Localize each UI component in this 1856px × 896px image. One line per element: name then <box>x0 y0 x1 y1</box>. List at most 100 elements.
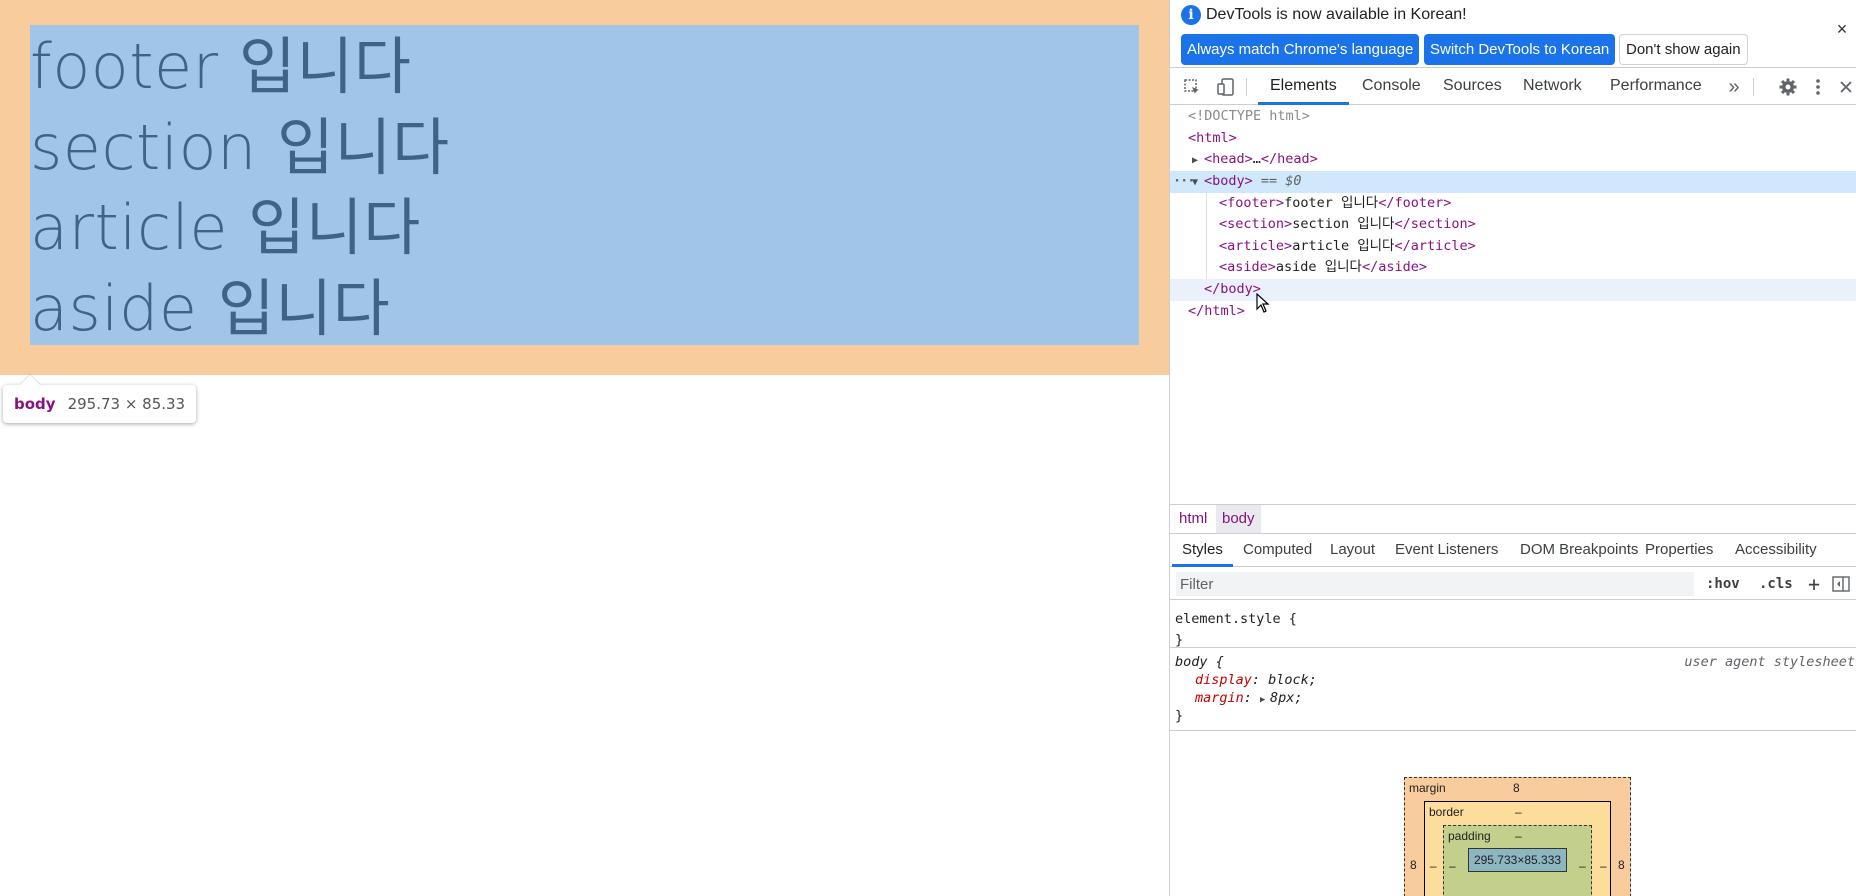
sidebar-tabs: Styles Computed Layout Event Listeners D… <box>1170 535 1856 567</box>
tab-computed[interactable]: Computed <box>1233 535 1322 567</box>
border-label: border <box>1429 805 1464 819</box>
section-open-tag: <section> <box>1219 216 1293 232</box>
dom-doctype[interactable]: <!DOCTYPE html> <box>1170 106 1856 128</box>
section-text: section 입니다 <box>30 111 450 184</box>
expand-triangle-icon[interactable]: ▶ <box>1192 150 1204 172</box>
article-node-text: article 입니다 <box>1292 238 1395 254</box>
tab-accessibility[interactable]: Accessibility <box>1725 535 1827 567</box>
aside-close-tag: </aside> <box>1361 259 1427 275</box>
element-tooltip: body 295.73 × 85.33 <box>3 375 197 423</box>
tab-elements[interactable]: Elements <box>1258 69 1349 105</box>
article-open-tag: <article> <box>1219 238 1293 254</box>
filter-input[interactable] <box>1176 572 1694 596</box>
margin-label: margin <box>1409 781 1446 795</box>
tab-performance[interactable]: Performance <box>1598 69 1714 105</box>
close-devtools-icon[interactable] <box>1830 69 1856 105</box>
border-top-value[interactable]: – <box>1515 805 1522 819</box>
dom-node-footer[interactable]: <footer>footer 입니다</footer> <box>1170 193 1856 215</box>
info-icon: i <box>1181 5 1201 25</box>
tab-sources[interactable]: Sources <box>1431 69 1514 105</box>
border-left-value[interactable]: – <box>1430 859 1437 873</box>
padding-top-value[interactable]: – <box>1515 829 1522 843</box>
styles-filter-bar: :hov .cls + <box>1170 568 1856 600</box>
tab-network[interactable]: Network <box>1511 69 1594 105</box>
rule-close-brace: } <box>1175 708 1184 724</box>
language-infobar: i DevTools is now available in Korean! ×… <box>1170 0 1856 68</box>
tab-event-listeners[interactable]: Event Listeners <box>1385 535 1508 567</box>
dom-node-body[interactable]: ··· ▼ <body> == $0 <box>1170 171 1856 193</box>
tab-properties[interactable]: Properties <box>1635 535 1723 567</box>
padding-label: padding <box>1448 829 1491 843</box>
body-style-rule[interactable]: body { user agent stylesheet display: bl… <box>1170 648 1856 731</box>
indent-guide <box>1206 193 1207 279</box>
padding-right-value[interactable]: – <box>1579 859 1586 873</box>
box-model-padding[interactable]: padding – – – – 295.733×85.333 <box>1443 825 1592 896</box>
body-open-tag: <body> <box>1204 173 1253 189</box>
box-model-content-size[interactable]: 295.733×85.333 <box>1468 848 1567 872</box>
toolbar-separator <box>1753 78 1754 96</box>
aside-open-tag: <aside> <box>1219 259 1276 275</box>
padding-left-value[interactable]: – <box>1449 859 1456 873</box>
box-model-diagram: margin 8 8 8 border – – – padding – – – … <box>1170 732 1856 896</box>
html-close-tag: </html> <box>1188 303 1245 319</box>
element-style-rule[interactable]: element.style { } <box>1170 601 1856 648</box>
toggle-sidebar-icon[interactable] <box>1832 568 1850 600</box>
mouse-cursor-icon <box>1256 293 1270 313</box>
head-close-tag: </head> <box>1260 151 1318 167</box>
footer-close-tag: </footer> <box>1378 195 1452 211</box>
article-text: article 입니다 <box>30 191 421 264</box>
dom-node-aside[interactable]: <aside>aside 입니다</aside> <box>1170 257 1856 279</box>
margin-top-value[interactable]: 8 <box>1513 781 1520 795</box>
collapse-triangle-icon[interactable]: ▼ <box>1192 172 1204 194</box>
head-ellipsis[interactable]: … <box>1253 151 1261 167</box>
always-match-language-button[interactable]: Always match Chrome's language <box>1181 34 1420 65</box>
footer-open-tag: <footer> <box>1219 195 1285 211</box>
dom-node-head[interactable]: ▶ <head>…</head> <box>1170 149 1856 171</box>
css-property-display[interactable]: display: block; <box>1195 671 1317 689</box>
dom-node-body-close[interactable]: </body> <box>1170 279 1856 301</box>
inspect-element-icon[interactable] <box>1176 69 1208 105</box>
tab-styles[interactable]: Styles <box>1172 535 1233 567</box>
tab-console[interactable]: Console <box>1350 69 1433 105</box>
section-node-text: section 입니다 <box>1292 216 1395 232</box>
footer-text: footer 입니다 <box>30 30 412 103</box>
tab-dom-breakpoints[interactable]: DOM Breakpoints <box>1510 535 1648 567</box>
dom-tree: <!DOCTYPE html> <html> ▶ <head>…</head> ·… <box>1170 106 1856 504</box>
margin-left-value[interactable]: 8 <box>1410 858 1417 872</box>
element-style-selector: element.style { <box>1175 611 1297 627</box>
dom-node-html[interactable]: <html> <box>1170 128 1856 150</box>
box-model-border[interactable]: border – – – padding – – – – 295.733×85.… <box>1424 801 1611 896</box>
settings-gear-icon[interactable] <box>1772 69 1804 105</box>
infobar-message: DevTools is now available in Korean! <box>1206 6 1467 23</box>
aside-text: aside 입니다 <box>30 272 391 345</box>
dom-node-section[interactable]: <section>section 입니다</section> <box>1170 214 1856 236</box>
user-agent-origin-label: user agent stylesheet <box>1684 654 1855 670</box>
breadcrumb-html[interactable]: html <box>1173 505 1213 533</box>
dont-show-again-button[interactable]: Don't show again <box>1619 34 1748 65</box>
expand-shorthand-icon[interactable]: ▶ <box>1260 691 1270 709</box>
devtools-panel: i DevTools is now available in Korean! ×… <box>1169 0 1856 896</box>
article-close-tag: </article> <box>1394 238 1476 254</box>
head-open-tag: <head> <box>1204 151 1253 167</box>
dom-node-html-close[interactable]: </html> <box>1170 301 1856 323</box>
close-icon[interactable]: × <box>1831 18 1853 40</box>
switch-to-korean-button[interactable]: Switch DevTools to Korean <box>1424 34 1616 65</box>
border-right-value[interactable]: – <box>1600 859 1607 873</box>
tooltip-tag: body <box>14 395 56 413</box>
section-close-tag: </section> <box>1394 216 1476 232</box>
dom-node-article[interactable]: <article>article 입니다</article> <box>1170 236 1856 258</box>
margin-right-value[interactable]: 8 <box>1618 858 1625 872</box>
tab-layout[interactable]: Layout <box>1320 535 1385 567</box>
hov-button[interactable]: :hov <box>1706 568 1740 600</box>
new-style-rule-button[interactable]: + <box>1808 568 1820 600</box>
more-tabs-icon[interactable]: » <box>1718 69 1750 105</box>
box-model-margin[interactable]: margin 8 8 8 border – – – padding – – – … <box>1404 777 1631 896</box>
aside-node-text: aside 입니다 <box>1275 259 1362 275</box>
styles-pane: element.style { } body { user agent styl… <box>1170 601 1856 731</box>
css-property-margin[interactable]: margin: ▶ 8px; <box>1195 689 1303 709</box>
breadcrumb-body[interactable]: body <box>1216 505 1261 533</box>
device-toolbar-icon[interactable] <box>1210 69 1242 105</box>
body-selector: body { <box>1175 654 1224 670</box>
selected-marker: == $0 <box>1260 173 1302 189</box>
cls-button[interactable]: .cls <box>1759 568 1793 600</box>
